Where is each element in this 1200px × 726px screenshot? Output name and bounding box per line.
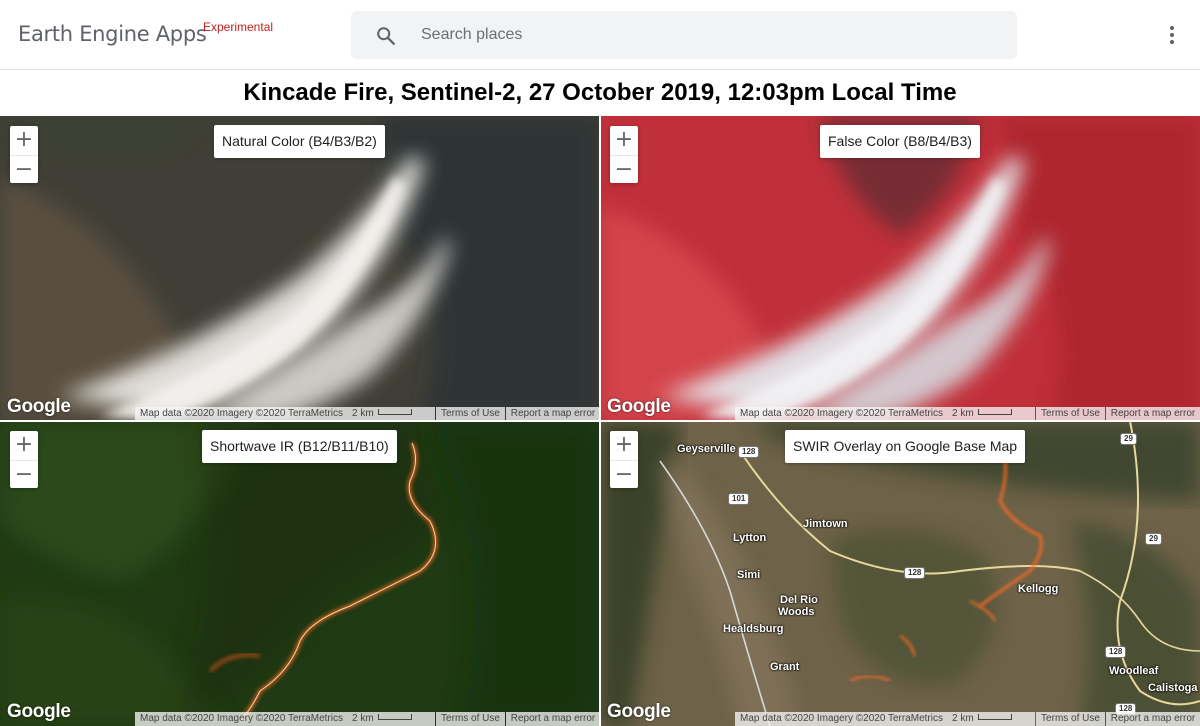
road-shield: 128 <box>738 446 760 458</box>
zoom-out-button[interactable]: − <box>10 460 38 488</box>
scale-bar <box>377 714 412 720</box>
search-input[interactable] <box>421 11 1001 59</box>
search-box[interactable] <box>351 11 1017 59</box>
place-label: Woods <box>778 606 815 618</box>
terms-link[interactable]: Terms of Use <box>436 712 505 726</box>
scale-bar <box>977 409 1012 415</box>
map-imagery[interactable] <box>600 116 1200 421</box>
scale-bar <box>977 714 1012 720</box>
search-icon[interactable] <box>375 25 397 47</box>
map-attribution: Map data ©2020 Imagery ©2020 TerraMetric… <box>735 407 1035 421</box>
panel-label: SWIR Overlay on Google Base Map <box>785 430 1026 463</box>
page-title: Kincade Fire, Sentinel-2, 27 October 201… <box>243 79 957 106</box>
report-error-link[interactable]: Report a map error <box>1106 712 1200 726</box>
zoom-out-button[interactable]: − <box>10 155 38 183</box>
map-panel-natural-color[interactable]: + − Natural Color (B4/B3/B2) Google Map … <box>0 116 600 421</box>
place-label: Calistoga <box>1148 682 1198 694</box>
report-error-link[interactable]: Report a map error <box>506 712 600 726</box>
google-logo[interactable]: Google <box>607 701 671 723</box>
google-logo[interactable]: Google <box>7 701 71 723</box>
scale-bar <box>377 409 412 415</box>
google-logo[interactable]: Google <box>7 396 71 418</box>
place-label: Healdsburg <box>723 623 784 635</box>
map-imagery[interactable] <box>0 421 600 726</box>
place-label: Del Rio <box>780 594 818 606</box>
scale-label[interactable]: 2 km <box>952 408 974 419</box>
place-label: Geyserville <box>677 443 736 455</box>
attribution-text: Map data ©2020 Imagery ©2020 TerraMetric… <box>740 713 943 724</box>
map-attribution: Map data ©2020 Imagery ©2020 TerraMetric… <box>735 712 1035 726</box>
map-imagery[interactable] <box>600 421 1200 726</box>
zoom-control: + − <box>610 126 638 183</box>
place-label: Jimtown <box>803 518 848 530</box>
attribution-text: Map data ©2020 Imagery ©2020 TerraMetric… <box>140 713 343 724</box>
attribution-text: Map data ©2020 Imagery ©2020 TerraMetric… <box>140 408 343 419</box>
zoom-control: + − <box>10 431 38 488</box>
zoom-in-button[interactable]: + <box>10 431 38 459</box>
zoom-control: + − <box>610 431 638 488</box>
scale-label[interactable]: 2 km <box>352 408 374 419</box>
title-bar: Kincade Fire, Sentinel-2, 27 October 201… <box>0 70 1200 116</box>
road-shield: 128 <box>1105 646 1127 658</box>
panel-label: Natural Color (B4/B3/B2) <box>214 125 385 158</box>
place-label: Grant <box>770 661 800 673</box>
app-brand[interactable]: Earth Engine Apps <box>18 22 207 46</box>
road-shield: 101 <box>728 493 750 505</box>
report-error-link[interactable]: Report a map error <box>1106 407 1200 421</box>
scale-label[interactable]: 2 km <box>352 713 374 724</box>
road-shield: 29 <box>1120 433 1137 445</box>
zoom-out-button[interactable]: − <box>610 155 638 183</box>
more-vert-icon[interactable] <box>1160 22 1184 48</box>
terms-link[interactable]: Terms of Use <box>1036 712 1105 726</box>
google-logo[interactable]: Google <box>607 396 671 418</box>
app-header: Earth Engine Apps Experimental <box>0 0 1200 70</box>
experimental-badge: Experimental <box>203 20 274 34</box>
report-error-link[interactable]: Report a map error <box>506 407 600 421</box>
zoom-in-button[interactable]: + <box>10 126 38 154</box>
scale-label[interactable]: 2 km <box>952 713 974 724</box>
attribution-text: Map data ©2020 Imagery ©2020 TerraMetric… <box>740 408 943 419</box>
terms-link[interactable]: Terms of Use <box>1036 407 1105 421</box>
map-attribution: Map data ©2020 Imagery ©2020 TerraMetric… <box>135 712 435 726</box>
zoom-out-button[interactable]: − <box>610 460 638 488</box>
panel-label: False Color (B8/B4/B3) <box>820 125 980 158</box>
zoom-control: + − <box>10 126 38 183</box>
map-panel-swir-overlay[interactable]: + − Geyserville Jimtown Lytton Simi Del … <box>600 421 1200 726</box>
map-panel-shortwave-ir[interactable]: + − Shortwave IR (B12/B11/B10) Google Ma… <box>0 421 600 726</box>
panel-divider-horizontal <box>0 420 1200 422</box>
zoom-in-button[interactable]: + <box>610 126 638 154</box>
terms-link[interactable]: Terms of Use <box>436 407 505 421</box>
map-attribution: Map data ©2020 Imagery ©2020 TerraMetric… <box>135 407 435 421</box>
road-shield: 128 <box>904 567 926 579</box>
panel-label: Shortwave IR (B12/B11/B10) <box>202 430 397 463</box>
place-label: Lytton <box>733 532 767 544</box>
map-imagery[interactable] <box>0 116 600 421</box>
place-label: Simi <box>737 569 761 581</box>
place-label: Kellogg <box>1018 583 1059 595</box>
road-shield: 29 <box>1145 533 1162 545</box>
map-panel-false-color[interactable]: + − False Color (B8/B4/B3) Google Map da… <box>600 116 1200 421</box>
place-label: Woodleaf <box>1109 665 1159 677</box>
zoom-in-button[interactable]: + <box>610 431 638 459</box>
